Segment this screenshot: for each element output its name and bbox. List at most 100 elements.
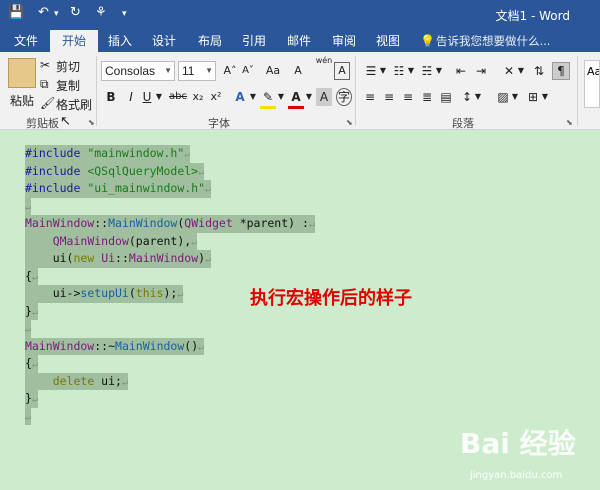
cut-icon[interactable]: ✂ bbox=[40, 58, 50, 72]
code-line: ui->setupUi(this);↵ bbox=[25, 285, 184, 303]
paragraph-mark: ↵ bbox=[31, 394, 38, 405]
code-line: #include <QSqlQueryModel>↵ bbox=[25, 162, 205, 180]
code-token: this bbox=[135, 286, 164, 300]
code-token: "mainwindow.h" bbox=[87, 146, 185, 160]
paragraph-mark: ↵ bbox=[198, 341, 205, 353]
tab-home[interactable]: 开始 bbox=[50, 30, 99, 52]
strikethrough-button[interactable]: abc bbox=[168, 88, 188, 106]
chevron-down-icon[interactable]: ▼ bbox=[304, 88, 314, 106]
align-right-icon[interactable]: ≡ bbox=[399, 88, 417, 106]
font-size-select[interactable]: 11 ▼ bbox=[178, 61, 216, 81]
redo-icon[interactable]: ↻ bbox=[70, 5, 81, 20]
align-center-icon[interactable]: ≡ bbox=[380, 88, 398, 106]
code-line: delete ui;↵ bbox=[25, 372, 128, 390]
tree-icon[interactable]: ⚘ bbox=[95, 5, 107, 20]
paragraph-mark: ↵ bbox=[198, 166, 205, 178]
font-launcher-icon[interactable]: ⬊ bbox=[346, 118, 353, 127]
font-group-label: 字体 bbox=[208, 117, 230, 130]
tab-file[interactable]: 文件 bbox=[12, 30, 40, 52]
copy-icon[interactable]: ⧉ bbox=[40, 77, 49, 92]
code-token: MainWindow bbox=[25, 338, 95, 353]
customize-toolbar-icon[interactable]: ▾ bbox=[122, 9, 127, 19]
justify-icon[interactable]: ≣ bbox=[418, 88, 436, 106]
underline-button[interactable]: U bbox=[140, 88, 154, 106]
character-border-icon[interactable]: A bbox=[334, 62, 350, 80]
code-token: :: bbox=[94, 216, 109, 230]
styles-gallery[interactable]: Aa bbox=[584, 60, 600, 108]
tab-design[interactable]: 设计 bbox=[150, 30, 178, 52]
copy-button[interactable]: 复制 bbox=[56, 77, 80, 94]
tab-mailings[interactable]: 邮件 bbox=[285, 30, 313, 52]
save-icon[interactable]: 💾 bbox=[8, 5, 24, 20]
tab-insert[interactable]: 插入 bbox=[106, 30, 134, 52]
change-case-icon[interactable]: Aa bbox=[262, 62, 284, 80]
chevron-down-icon[interactable]: ▼ bbox=[541, 88, 549, 106]
paragraph-mark: ↵ bbox=[184, 149, 191, 160]
tab-layout[interactable]: 布局 bbox=[196, 30, 224, 52]
chevron-down-icon[interactable]: ▼ bbox=[474, 88, 482, 106]
clear-format-icon[interactable]: A bbox=[290, 62, 306, 80]
paste-button[interactable]: 粘贴 bbox=[10, 92, 34, 109]
italic-button[interactable]: I bbox=[124, 88, 138, 106]
tab-review[interactable]: 审阅 bbox=[330, 30, 358, 52]
clipboard-launcher-icon[interactable]: ⬊ bbox=[88, 118, 95, 127]
clipboard-icon[interactable] bbox=[8, 58, 36, 88]
tab-references[interactable]: 引用 bbox=[240, 30, 268, 52]
chevron-down-icon[interactable]: ▼ bbox=[511, 88, 519, 106]
increase-indent-icon[interactable]: ⇥ bbox=[472, 62, 490, 80]
superscript-button[interactable]: x² bbox=[208, 88, 224, 106]
code-line: ↵ bbox=[25, 197, 32, 215]
code-token: Ui bbox=[101, 251, 116, 265]
subscript-button[interactable]: x₂ bbox=[190, 88, 206, 106]
code-token: ui( bbox=[25, 251, 74, 265]
borders-icon[interactable]: ⊞ bbox=[524, 88, 542, 106]
title-bar: 💾 ↶ ▾ ↻ ⚘ ▾ 文档1 - Word bbox=[0, 0, 600, 30]
chevron-down-icon[interactable]: ▼ bbox=[276, 88, 286, 106]
paragraph-mark: ↵ bbox=[31, 359, 38, 370]
grow-font-icon[interactable]: A˄ bbox=[222, 62, 238, 80]
multilevel-list-icon[interactable]: ☵ bbox=[417, 62, 437, 80]
paragraph-mark: ↵ bbox=[25, 324, 32, 335]
font-name-select[interactable]: Consolas ▼ bbox=[101, 61, 175, 81]
enclose-characters-icon[interactable]: 字 bbox=[336, 88, 352, 106]
chevron-down-icon[interactable]: ▼ bbox=[154, 88, 164, 106]
undo-icon[interactable]: ↶ bbox=[38, 5, 49, 20]
paragraph-mark: ↵ bbox=[205, 254, 212, 265]
font-color-icon[interactable]: A bbox=[288, 88, 304, 109]
chevron-down-icon[interactable]: ▼ bbox=[517, 62, 525, 80]
decrease-indent-icon[interactable]: ⇤ bbox=[452, 62, 470, 80]
bold-button[interactable]: B bbox=[104, 88, 118, 106]
paragraph-mark: ↵ bbox=[31, 306, 38, 318]
character-shading-icon[interactable]: A bbox=[316, 88, 332, 106]
shading-icon[interactable]: ▨ bbox=[494, 88, 512, 106]
code-token: ::~ bbox=[94, 338, 116, 353]
paragraph-launcher-icon[interactable]: ⬊ bbox=[566, 118, 573, 127]
tell-me-box[interactable]: 告诉我您想要做什么... bbox=[436, 30, 550, 52]
highlight-icon[interactable]: ✎ bbox=[260, 88, 276, 109]
show-marks-icon[interactable]: ¶ bbox=[552, 62, 570, 80]
phonetic-guide-icon[interactable]: wén bbox=[314, 56, 334, 66]
chevron-down-icon[interactable]: ▼ bbox=[248, 88, 258, 106]
chevron-down-icon: ▼ bbox=[164, 66, 172, 75]
format-painter-button[interactable]: 格式刷 bbox=[56, 96, 92, 113]
bullets-icon[interactable]: ☰ bbox=[361, 62, 381, 80]
chevron-down-icon[interactable]: ▼ bbox=[435, 62, 443, 80]
code-token: #include bbox=[25, 146, 88, 160]
format-painter-icon[interactable]: 🖌 bbox=[40, 96, 55, 110]
cut-button[interactable]: 剪切 bbox=[56, 58, 80, 75]
code-token: { bbox=[25, 268, 32, 283]
numbering-icon[interactable]: ☷ bbox=[389, 62, 409, 80]
distributed-icon[interactable]: ▤ bbox=[437, 88, 455, 106]
sort-icon[interactable]: ⇅ bbox=[530, 62, 548, 80]
chevron-down-icon[interactable]: ▼ bbox=[407, 62, 415, 80]
asian-layout-icon[interactable]: ✕ bbox=[500, 62, 518, 80]
tab-view[interactable]: 视图 bbox=[374, 30, 402, 52]
chevron-down-icon[interactable]: ▼ bbox=[379, 62, 387, 80]
align-left-icon[interactable]: ≡ bbox=[361, 88, 379, 106]
code-token: "ui_mainwindow.h" bbox=[87, 181, 206, 195]
text-effects-icon[interactable]: A bbox=[232, 88, 248, 106]
undo-dropdown-icon[interactable]: ▾ bbox=[54, 9, 59, 19]
shrink-font-icon[interactable]: A˅ bbox=[240, 62, 256, 80]
